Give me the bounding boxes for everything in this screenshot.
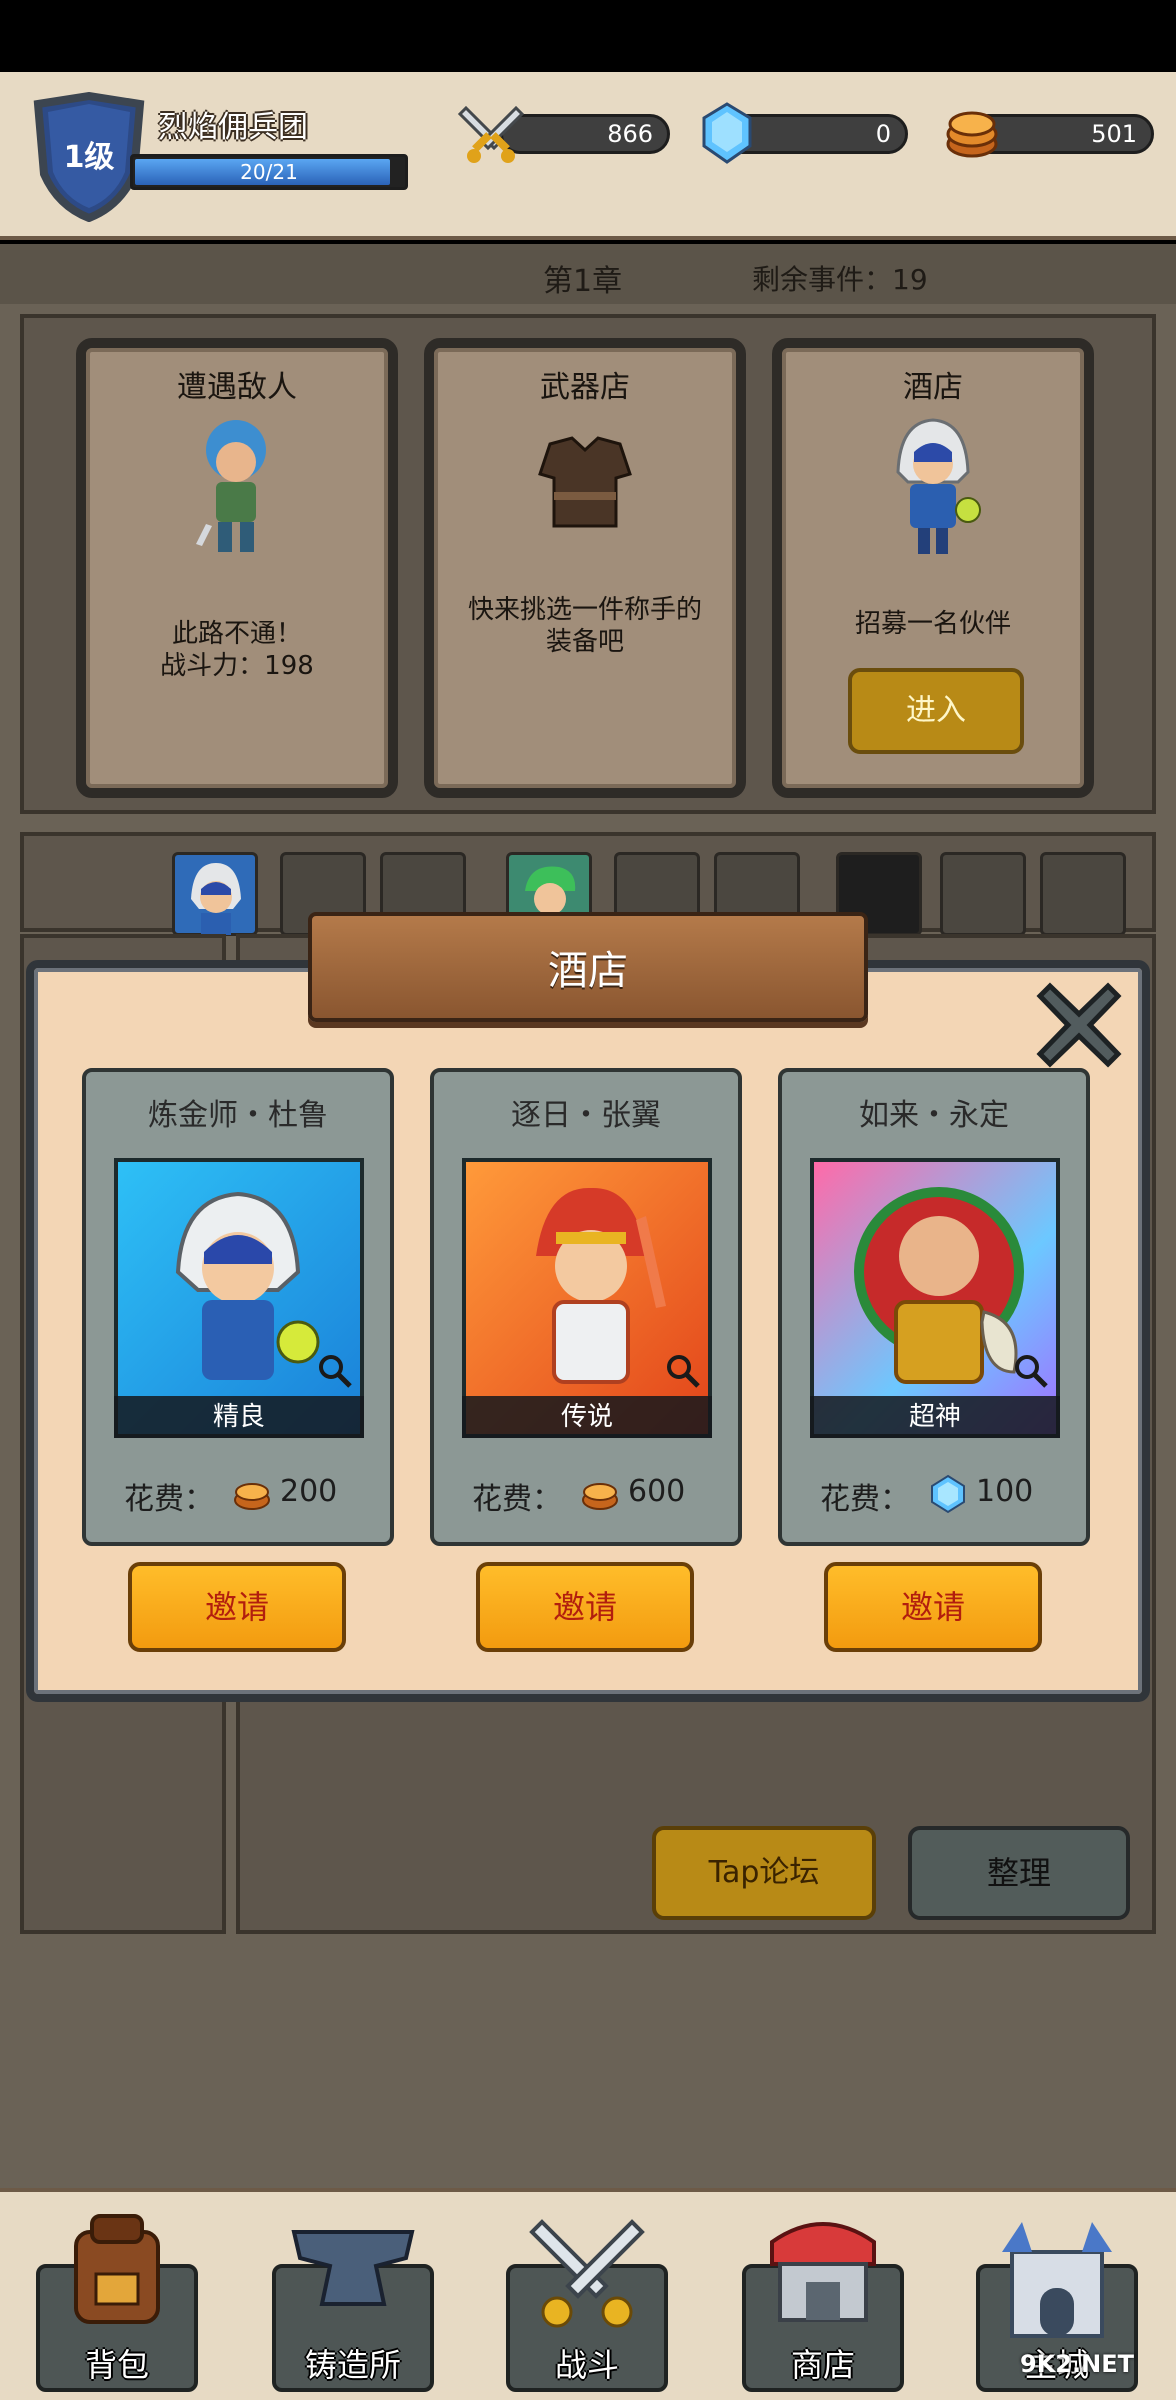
team-slot-empty[interactable] bbox=[1040, 852, 1126, 936]
event-desc-line2: 装备吧 bbox=[545, 627, 624, 657]
tap-forum-button[interactable]: Tap论坛 bbox=[652, 1826, 876, 1920]
hero-card[interactable]: 炼金师・杜鲁 精良 花费： 200 bbox=[82, 1068, 394, 1546]
exp-bar: 20/21 bbox=[130, 154, 408, 190]
hero-rarity: 超神 bbox=[810, 1396, 1060, 1438]
hero-rarity: 精良 bbox=[114, 1396, 364, 1438]
gold-value: 501 bbox=[1091, 120, 1137, 148]
magnify-icon[interactable] bbox=[1012, 1352, 1050, 1390]
gem-value: 0 bbox=[875, 120, 891, 148]
hero-cost-value: 100 bbox=[976, 1474, 1034, 1509]
event-title: 酒店 bbox=[903, 370, 963, 405]
sun-warrior-hero-icon bbox=[536, 1187, 666, 1384]
sort-button[interactable]: 整理 bbox=[908, 1826, 1130, 1920]
gem-icon bbox=[931, 1474, 965, 1514]
event-title: 遭遇敌人 bbox=[177, 370, 297, 405]
alchemist-portrait-icon bbox=[191, 863, 241, 935]
power-value: 866 bbox=[607, 120, 653, 148]
hero-name: 炼金师・杜鲁 bbox=[148, 1098, 328, 1133]
event-card-tavern[interactable]: 酒店 招募一名伙伴 进入 bbox=[772, 338, 1094, 798]
event-title: 武器店 bbox=[540, 370, 630, 405]
nav-label: 战斗 bbox=[554, 2346, 619, 2384]
invite-button[interactable]: 邀请 bbox=[824, 1562, 1042, 1652]
shop-icon bbox=[770, 2222, 876, 2322]
close-icon[interactable] bbox=[1034, 980, 1124, 1070]
event-desc-line2: 战斗力：198 bbox=[160, 651, 314, 681]
event-desc-line1: 此路不通！ bbox=[171, 619, 302, 649]
nav-label: 背包 bbox=[84, 2346, 149, 2384]
crossed-swords-icon bbox=[457, 105, 525, 163]
modal-title-plate: 酒店 bbox=[308, 912, 868, 1022]
chapter-bar: 第1章 剩余事件：19 bbox=[0, 244, 1176, 304]
alchemist-character-icon bbox=[896, 418, 981, 554]
enter-tavern-button[interactable]: 进入 bbox=[848, 668, 1024, 754]
hero-card[interactable]: 逐日・张翼 传说 花费： 600 bbox=[430, 1068, 742, 1546]
hero-cost-value: 600 bbox=[628, 1474, 686, 1509]
invite-button[interactable]: 邀请 bbox=[476, 1562, 694, 1652]
anvil-icon bbox=[291, 2230, 415, 2306]
top-header: 1级 烈焰佣兵团 20/21 866 0 501 bbox=[0, 72, 1176, 240]
events-remaining: 剩余事件：19 bbox=[752, 263, 928, 296]
event-desc-line1: 快来挑选一件称手的 bbox=[467, 595, 702, 625]
team-slot-empty[interactable] bbox=[940, 852, 1026, 936]
gem-icon bbox=[702, 102, 752, 164]
hero-card[interactable]: 如来・永定 超神 花费： 100 bbox=[778, 1068, 1090, 1546]
event-cards-frame: 遭遇敌人 此路不通！ 战斗力：198 武器店 快来挑选一件称手的 装备吧 酒店 … bbox=[20, 314, 1156, 814]
crossed-swords-icon bbox=[529, 2219, 645, 2328]
enemy-character-icon bbox=[196, 420, 266, 552]
hero-cost-value: 200 bbox=[280, 1474, 338, 1509]
hero-cost-label: 花费： bbox=[820, 1482, 910, 1517]
gold-icon bbox=[234, 1483, 270, 1510]
gold-icon bbox=[946, 111, 998, 158]
hero-rarity: 传说 bbox=[462, 1396, 712, 1438]
alchemist-hero-icon bbox=[175, 1191, 320, 1380]
armor-icon bbox=[538, 436, 632, 528]
gold-icon bbox=[582, 1483, 618, 1510]
chapter-title: 第1章 bbox=[543, 264, 623, 299]
nav-backpack[interactable]: 背包 bbox=[36, 2214, 198, 2392]
bottom-nav: 背包 铸造所 战斗 商店 主城 bbox=[0, 2188, 1176, 2400]
nav-forge[interactable]: 铸造所 bbox=[272, 2230, 434, 2392]
nav-label: 铸造所 bbox=[304, 2346, 401, 2384]
watermark: 9K2.NET bbox=[1020, 2350, 1134, 2378]
backpack-icon bbox=[74, 2214, 160, 2324]
event-desc: 招募一名伙伴 bbox=[854, 609, 1011, 639]
exp-text: 20/21 bbox=[240, 160, 298, 184]
castle-icon bbox=[1002, 2222, 1112, 2338]
hero-name: 逐日・张翼 bbox=[511, 1098, 661, 1133]
team-slot-hero[interactable] bbox=[172, 852, 258, 936]
hero-name: 如来・永定 bbox=[859, 1098, 1009, 1133]
team-name: 烈焰佣兵团 bbox=[158, 110, 308, 145]
hero-cost-label: 花费： bbox=[472, 1482, 562, 1517]
nav-shop[interactable]: 商店 bbox=[742, 2222, 904, 2392]
status-bar bbox=[0, 0, 1176, 72]
nav-label: 商店 bbox=[790, 2346, 855, 2384]
magnify-icon[interactable] bbox=[664, 1352, 702, 1390]
nav-battle[interactable]: 战斗 bbox=[506, 2219, 668, 2392]
event-card-enemy[interactable]: 遭遇敌人 此路不通！ 战斗力：198 bbox=[76, 338, 398, 798]
magnify-icon[interactable] bbox=[316, 1352, 354, 1390]
event-card-weapon-shop[interactable]: 武器店 快来挑选一件称手的 装备吧 bbox=[424, 338, 746, 798]
modal-title: 酒店 bbox=[548, 948, 628, 994]
invite-button[interactable]: 邀请 bbox=[128, 1562, 346, 1652]
hero-cost-label: 花费： bbox=[124, 1482, 214, 1517]
